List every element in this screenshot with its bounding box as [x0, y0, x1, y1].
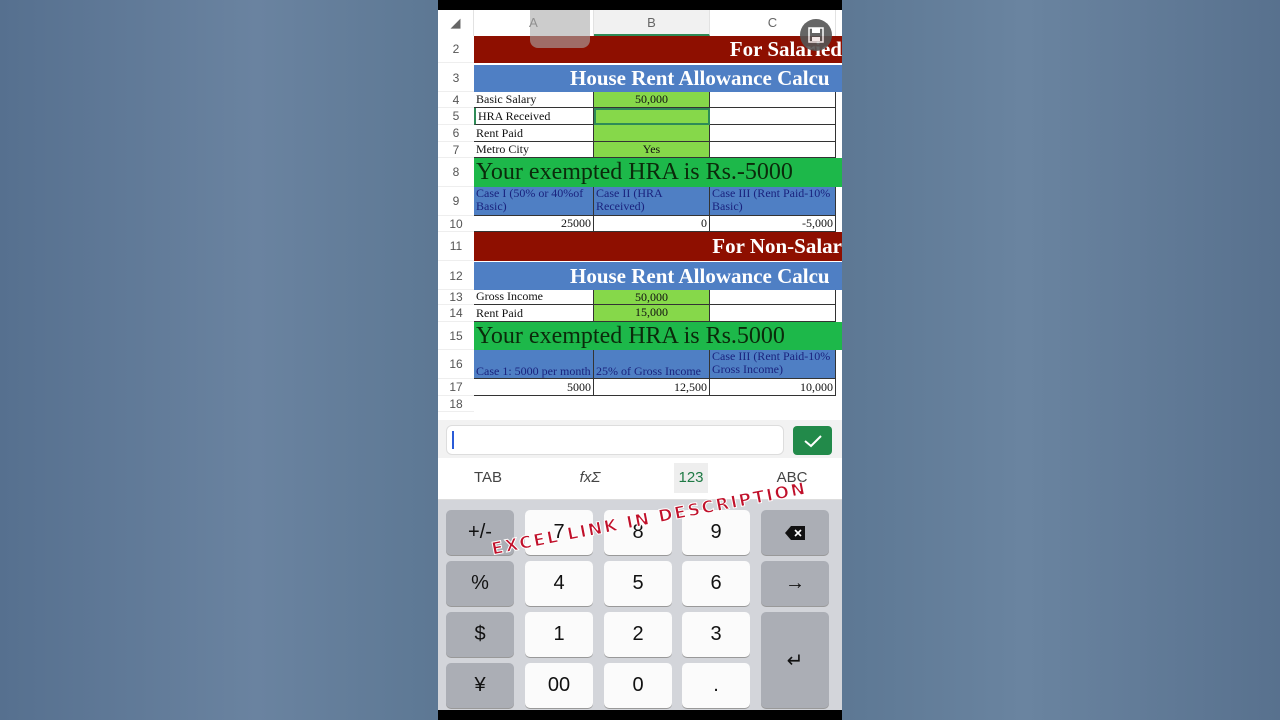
key-14[interactable]: 0 — [604, 663, 672, 708]
cell-a17[interactable]: 5000 — [474, 379, 594, 396]
cell-c17[interactable]: 10,000 — [710, 379, 836, 396]
row-header-9[interactable]: 9 — [438, 187, 474, 216]
row-header-8[interactable]: 8 — [438, 158, 474, 187]
cell-a9[interactable]: Case I (50% or 40%of Basic) — [474, 187, 594, 216]
backspace-key[interactable] — [761, 510, 829, 555]
spreadsheet-grid[interactable]: ◢ A B C 23456789101112131415161718 For S… — [438, 10, 842, 420]
cell-a7[interactable]: Metro City — [474, 142, 594, 158]
key-13[interactable]: 00 — [525, 663, 593, 708]
cell-c16[interactable]: Case III (Rent Paid-10% Gross Income) — [710, 350, 836, 379]
cell-b5-selected[interactable] — [594, 108, 710, 125]
cell-c6[interactable] — [710, 125, 836, 142]
row-header-3[interactable]: 3 — [438, 65, 474, 92]
formula-input[interactable] — [446, 425, 784, 455]
cell-b14[interactable]: 15,000 — [594, 305, 710, 322]
cell-b9[interactable]: Case II (HRA Received) — [594, 187, 710, 216]
drag-handle[interactable] — [530, 10, 590, 48]
navigation-bar — [438, 710, 842, 720]
cell-a16[interactable]: Case 1: 5000 per month — [474, 350, 594, 379]
cell-c14[interactable] — [710, 305, 836, 322]
row-header-12[interactable]: 12 — [438, 262, 474, 290]
return-icon: ↵ — [786, 649, 804, 672]
text-caret — [452, 431, 454, 449]
row-header-14[interactable]: 14 — [438, 305, 474, 322]
formula-bar — [438, 420, 842, 458]
cell-b16[interactable]: 25% of Gross Income — [594, 350, 710, 379]
arrow-right-icon: → — [785, 572, 805, 594]
row-header-5[interactable]: 5 — [438, 108, 474, 125]
status-bar — [438, 0, 842, 10]
row-header-7[interactable]: 7 — [438, 142, 474, 158]
cell-c10[interactable]: -5,000 — [710, 216, 836, 232]
select-all-corner[interactable]: ◢ — [438, 10, 474, 36]
salaried-result: Your exempted HRA is Rs.-5000 — [474, 158, 842, 187]
cell-b10[interactable]: 0 — [594, 216, 710, 232]
backspace-icon — [785, 525, 805, 540]
cell-c4[interactable] — [710, 92, 836, 108]
key-6[interactable]: 5 — [604, 561, 672, 606]
phone-screen: ◢ A B C 23456789101112131415161718 For S… — [438, 0, 842, 720]
row-header-15[interactable]: 15 — [438, 322, 474, 350]
cell-a13[interactable]: Gross Income — [474, 290, 594, 305]
key-7[interactable]: 6 — [682, 561, 750, 606]
row-header-11[interactable]: 11 — [438, 232, 474, 261]
tab-functions[interactable]: fxΣ — [560, 463, 620, 493]
save-icon — [808, 27, 824, 43]
tab-123[interactable]: 123 — [674, 463, 708, 493]
row-header-18[interactable]: 18 — [438, 396, 474, 412]
row-header-13[interactable]: 13 — [438, 290, 474, 305]
key-10[interactable]: 2 — [604, 612, 672, 657]
cell-b6[interactable] — [594, 125, 710, 142]
cell-a4[interactable]: Basic Salary — [474, 92, 594, 108]
non-salaried-banner: For Non-Salar — [474, 232, 842, 261]
cell-a6[interactable]: Rent Paid — [474, 125, 594, 142]
key-symbol-12[interactable]: ¥ — [446, 663, 514, 708]
row-header-17[interactable]: 17 — [438, 379, 474, 396]
column-header-b[interactable]: B — [594, 10, 710, 36]
row-header-4[interactable]: 4 — [438, 92, 474, 108]
cell-b4[interactable]: 50,000 — [594, 92, 710, 108]
cell-c7[interactable] — [710, 142, 836, 158]
cell-a5[interactable]: HRA Received — [474, 108, 594, 125]
cell-a10[interactable]: 25000 — [474, 216, 594, 232]
cell-c9[interactable]: Case III (Rent Paid-10% Basic) — [710, 187, 836, 216]
save-button[interactable] — [800, 19, 832, 51]
confirm-button[interactable] — [793, 426, 832, 455]
key-9[interactable]: 1 — [525, 612, 593, 657]
arrow-right-key[interactable]: → — [761, 561, 829, 606]
enter-key[interactable]: ↵ — [761, 612, 829, 708]
salaried-title: House Rent Allowance Calcu — [474, 65, 842, 92]
cell-a14[interactable]: Rent Paid — [474, 305, 594, 322]
key-5[interactable]: 4 — [525, 561, 593, 606]
row-header-16[interactable]: 16 — [438, 350, 474, 379]
cell-c13[interactable] — [710, 290, 836, 305]
cell-b17[interactable]: 12,500 — [594, 379, 710, 396]
key-15[interactable]: . — [682, 663, 750, 708]
row-header-2[interactable]: 2 — [438, 36, 474, 63]
tab-tab[interactable]: TAB — [458, 463, 518, 493]
non-salaried-result: Your exempted HRA is Rs.5000 — [474, 322, 842, 350]
key-symbol-4[interactable]: % — [446, 561, 514, 606]
row-header-10[interactable]: 10 — [438, 216, 474, 232]
key-symbol-8[interactable]: $ — [446, 612, 514, 657]
row-header-6[interactable]: 6 — [438, 125, 474, 142]
numeric-keyboard: → ↵ +/- 7 8 9% 4 5 6 $1 2 3 ¥00 0. — [438, 500, 842, 710]
key-11[interactable]: 3 — [682, 612, 750, 657]
cell-b13[interactable]: 50,000 — [594, 290, 710, 305]
cell-b7[interactable]: Yes — [594, 142, 710, 158]
checkmark-icon — [803, 434, 822, 447]
non-salaried-title: House Rent Allowance Calcu — [474, 262, 842, 290]
cell-c5[interactable] — [710, 108, 836, 125]
